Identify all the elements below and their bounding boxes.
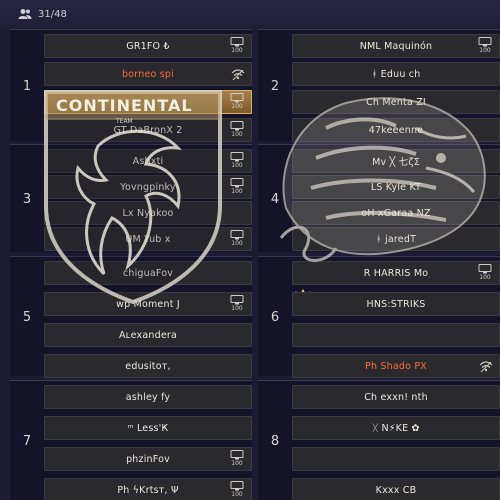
group-number: 6 (270, 309, 280, 325)
player-slot[interactable]: HNS:STRIKS (292, 292, 500, 316)
pc-device-icon: 100 (227, 295, 247, 315)
player-slot[interactable]: GR1FO ₺ 100 (44, 34, 252, 58)
player-name: Ch exxn! nth (364, 391, 428, 403)
player-name: Ph Shado PX (365, 360, 427, 372)
player-slot[interactable]: Ph Shado PX (292, 354, 500, 378)
pc-device-icon: 100 (227, 450, 247, 470)
player-name: ashley fy (125, 391, 171, 403)
player-name: NML Maquinón (359, 40, 433, 52)
player-slot[interactable]: Aʟexandera (44, 323, 252, 347)
player-name: GR1FO ₺ (126, 40, 170, 52)
player-slot[interactable] (292, 447, 500, 471)
pc-device-icon: 100 (227, 93, 247, 113)
pc-device-icon: 100 (227, 481, 247, 500)
pc-device-icon: 100 (227, 121, 247, 141)
player-name: phzinFov (126, 453, 170, 465)
player-slot[interactable]: ᚼ Eduu ch (292, 62, 500, 86)
device-label: 100 (231, 460, 243, 467)
player-slot[interactable]: Kxxx CB (292, 478, 500, 500)
device-label: 100 (479, 274, 491, 281)
player-slot[interactable]: edusitoт, (44, 354, 252, 378)
player-slot[interactable] (292, 323, 500, 347)
player-name: borneo spi (122, 68, 174, 80)
device-label: 100 (231, 162, 243, 169)
device-label: 100 (231, 491, 243, 498)
player-slot[interactable]: ashley fy (44, 385, 252, 409)
device-label: 100 (231, 305, 243, 312)
player-name: Kxxx CB (375, 484, 417, 496)
logo-text: CONTINENTAL (56, 96, 193, 115)
pc-device-icon: 100 (227, 152, 247, 172)
player-count: 31/48 (38, 8, 67, 20)
player-slot[interactable]: Ch exxn! nth (292, 385, 500, 409)
player-name: ᚷ N⚡KE ✿ (372, 422, 420, 434)
player-name: ᵐ Less'Ҝ (127, 422, 169, 434)
signal-icon (231, 69, 245, 81)
player-name: ᚼ Eduu ch (371, 68, 421, 80)
tiger-artwork (279, 97, 486, 262)
group-7: 7 ashley fy ᵐ Less'Ҝ phzinFov 100 Ph ϟKr… (10, 380, 252, 500)
player-slot[interactable]: ᚷ N⚡KE ✿ (292, 416, 500, 440)
player-name: Ph ϟKrtsт, Ψ (117, 484, 179, 496)
pc-device-icon: 100 (227, 178, 247, 198)
group-number: 7 (22, 433, 32, 449)
player-name: Aʟexandera (118, 329, 178, 341)
pc-device-icon: 100 (475, 37, 495, 57)
player-name: HNS:STRIKS (366, 298, 426, 310)
device-label: 100 (231, 103, 243, 110)
device-label: 100 (231, 240, 243, 247)
player-slot[interactable]: phzinFov 100 (44, 447, 252, 471)
group-number: 8 (270, 433, 280, 449)
signal-icon (479, 361, 493, 373)
group-8: 8 Ch exxn! nth ᚷ N⚡KE ✿ Kxxx CB (258, 380, 500, 500)
continental-team-logo (44, 90, 222, 305)
player-slot[interactable]: borneo spi (44, 62, 252, 86)
player-slot[interactable]: ᵐ Less'Ҝ (44, 416, 252, 440)
device-label: 100 (231, 47, 243, 54)
pc-device-icon: 100 (227, 37, 247, 57)
player-slot[interactable]: NML Maquinón 100 (292, 34, 500, 58)
pc-device-icon: 100 (227, 230, 247, 250)
player-name: R HARRIS Mo (363, 267, 429, 279)
device-label: 100 (231, 188, 243, 195)
users-icon (18, 9, 32, 19)
top-bar: 31/48 (0, 0, 500, 28)
player-name: edusitoт, (125, 360, 171, 372)
group-6: 6 R HARRIS Mo 100 HNS:STRIKS Ph Shado PX (258, 256, 500, 378)
player-slot[interactable]: Ph ϟKrtsт, Ψ 100 (44, 478, 252, 500)
device-label: 100 (479, 47, 491, 54)
logo-subtext: TEAM (116, 118, 133, 125)
device-label: 100 (231, 131, 243, 138)
